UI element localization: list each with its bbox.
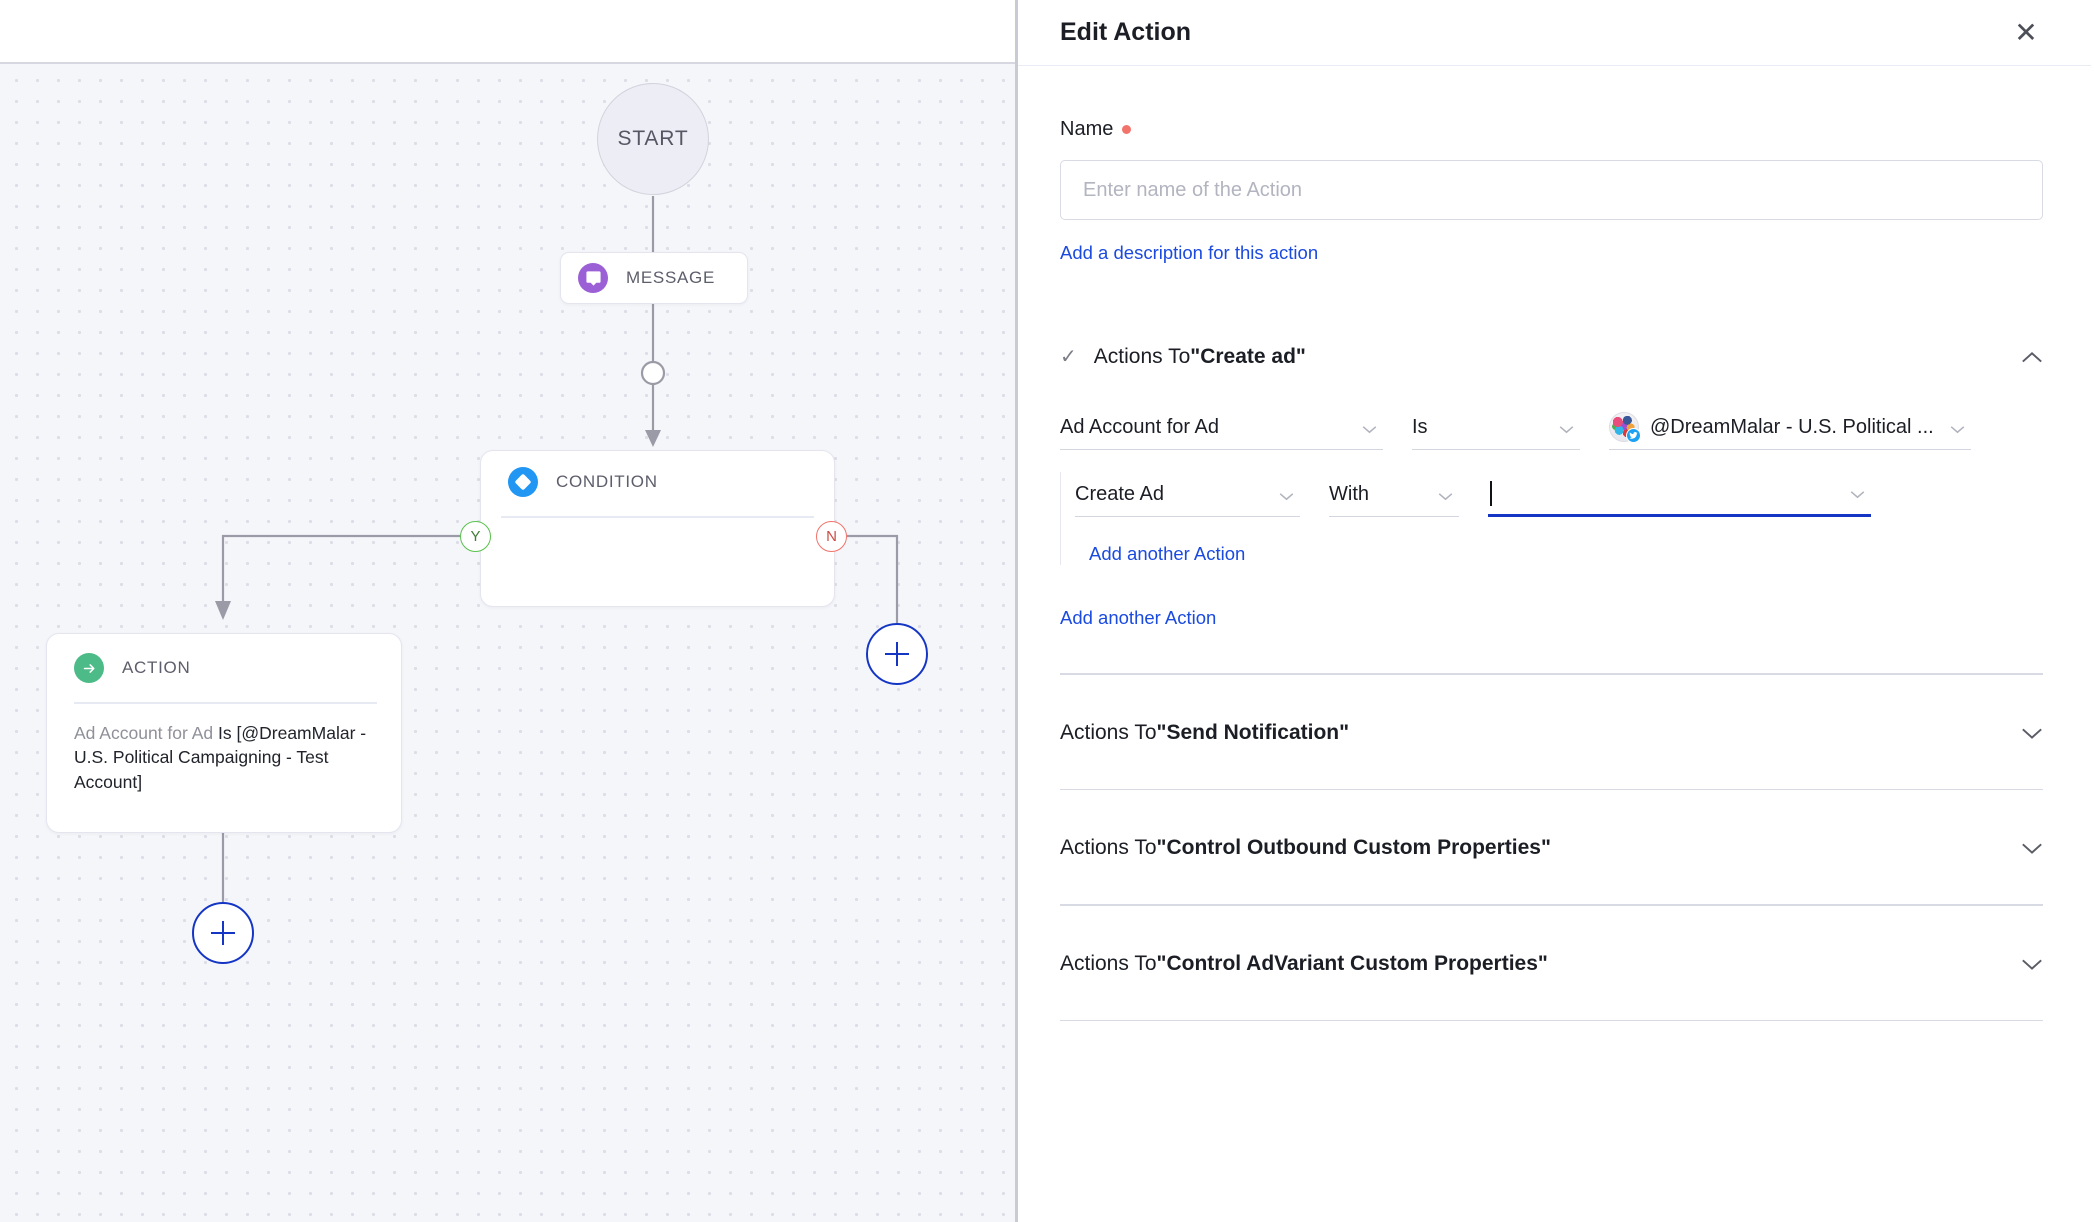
add-description-link[interactable]: Add a description for this action xyxy=(1060,242,1318,264)
section-header-control-outbound-custom-properties[interactable]: Actions To "Control Outbound Custom Prop… xyxy=(1060,836,2043,860)
add-another-action-link[interactable]: Add another Action xyxy=(1060,607,1216,629)
section-title-control-advariant: "Control AdVariant Custom Properties" xyxy=(1156,951,1548,975)
action-node-header: ACTION xyxy=(47,634,401,683)
action-arrow-icon xyxy=(74,653,104,683)
add-node-button-no-branch[interactable] xyxy=(866,623,928,685)
section-prefix-send-notification: Actions To xyxy=(1060,720,1157,744)
chevron-down-icon xyxy=(1279,493,1294,501)
chevron-down-icon xyxy=(1559,426,1574,434)
ad-account-field-select[interactable]: Ad Account for Ad xyxy=(1060,405,1383,450)
section-header-send-notification[interactable]: Actions To "Send Notification" xyxy=(1060,721,2043,745)
condition-node-header: CONDITION xyxy=(481,451,834,497)
condition-row: Ad Account for Ad Is @DreamMalar - U.S. … xyxy=(1060,405,2043,450)
action-operator-select[interactable]: With xyxy=(1329,472,1459,517)
message-node-label: MESSAGE xyxy=(626,268,715,287)
section-divider xyxy=(1060,1019,2043,1021)
action-type-value: Create Ad xyxy=(1075,482,1164,505)
add-node-button-yes-branch[interactable] xyxy=(192,902,254,964)
condition-diamond-icon xyxy=(508,467,538,497)
add-another-action-nested-link[interactable]: Add another Action xyxy=(1089,543,1245,565)
chevron-down-icon xyxy=(1950,426,1965,434)
branch-yes-label: Y xyxy=(470,528,481,545)
action-node-label: ACTION xyxy=(122,658,191,677)
close-icon[interactable]: ✕ xyxy=(2009,16,2043,50)
section-prefix-control-advariant: Actions To xyxy=(1060,951,1157,975)
flow-node-start[interactable]: START xyxy=(597,83,709,195)
twitter-badge-icon xyxy=(1626,428,1641,443)
nested-action-group: Create Ad With Add another Action xyxy=(1060,472,2043,565)
branch-badge-yes[interactable]: Y xyxy=(460,521,491,552)
page-title: Edit Action xyxy=(1060,18,1192,46)
chevron-up-icon[interactable] xyxy=(2021,346,2043,368)
chevron-down-icon xyxy=(1362,426,1377,434)
action-node-summary: Ad Account for Ad Is [@DreamMalar - U.S.… xyxy=(47,704,401,796)
section-prefix-control-outbound: Actions To xyxy=(1060,836,1157,859)
section-header-create-ad[interactable]: ✓ Actions To "Create ad" xyxy=(1060,344,2043,369)
condition-divider xyxy=(501,516,814,518)
chevron-down-icon[interactable] xyxy=(2021,722,2043,744)
condition-node-label: CONDITION xyxy=(556,472,658,491)
chevron-down-icon xyxy=(1438,493,1453,501)
section-title-control-outbound: "Control Outbound Custom Properties" xyxy=(1156,836,1551,859)
chevron-down-icon[interactable] xyxy=(2021,953,2043,975)
name-input[interactable] xyxy=(1060,160,2043,220)
section-header-control-advariant-custom-properties[interactable]: Actions To "Control AdVariant Custom Pro… xyxy=(1060,952,2043,976)
chevron-down-icon[interactable] xyxy=(2021,837,2043,859)
check-icon: ✓ xyxy=(1060,346,1077,368)
section-title-send-notification: "Send Notification" xyxy=(1156,720,1350,744)
ad-account-value-text: @DreamMalar - U.S. Political ... xyxy=(1650,415,1934,438)
panel-header: Edit Action ✕ xyxy=(1018,0,2091,66)
name-field-label: Name xyxy=(1060,118,2043,141)
flow-node-condition[interactable]: CONDITION xyxy=(480,450,835,607)
section-divider xyxy=(1060,673,2043,675)
section-title-create-ad: "Create ad" xyxy=(1190,344,1306,368)
ad-account-field-value: Ad Account for Ad xyxy=(1060,415,1219,438)
text-cursor xyxy=(1490,480,1492,506)
name-label-text: Name xyxy=(1060,118,1114,140)
action-summary-operator: Is xyxy=(218,722,232,743)
section-divider xyxy=(1060,904,2043,906)
action-summary-field: Ad Account for Ad xyxy=(74,722,214,743)
required-indicator-icon xyxy=(1122,125,1132,134)
condition-operator-value: Is xyxy=(1412,415,1428,438)
condition-operator-select[interactable]: Is xyxy=(1412,405,1580,450)
branch-no-label: N xyxy=(826,528,837,545)
action-row: Create Ad With xyxy=(1075,472,2043,517)
action-operator-value: With xyxy=(1329,482,1369,505)
flow-node-message[interactable]: MESSAGE xyxy=(560,252,748,304)
account-avatar-icon xyxy=(1609,412,1641,443)
section-divider xyxy=(1060,788,2043,790)
flow-canvas-pane: START MESSAGE CONDITION Y N ACTION Ad Ac… xyxy=(0,0,1018,1222)
message-icon xyxy=(578,263,608,293)
panel-body: Name Add a description for this action ✓… xyxy=(1018,118,2091,1021)
section-prefix-create-ad: Actions To xyxy=(1093,344,1191,368)
action-target-select[interactable] xyxy=(1488,472,1871,517)
chevron-down-icon xyxy=(1850,491,1865,499)
app-root: START MESSAGE CONDITION Y N ACTION Ad Ac… xyxy=(0,0,2094,1222)
branch-badge-no[interactable]: N xyxy=(816,521,847,552)
edit-action-panel: Edit Action ✕ Name Add a description for… xyxy=(1018,0,2091,1222)
flow-node-action[interactable]: ACTION Ad Account for Ad Is [@DreamMalar… xyxy=(46,633,402,833)
ad-account-value-select[interactable]: @DreamMalar - U.S. Political ... xyxy=(1609,405,1971,450)
action-type-select[interactable]: Create Ad xyxy=(1075,472,1300,517)
start-label: START xyxy=(617,127,689,150)
